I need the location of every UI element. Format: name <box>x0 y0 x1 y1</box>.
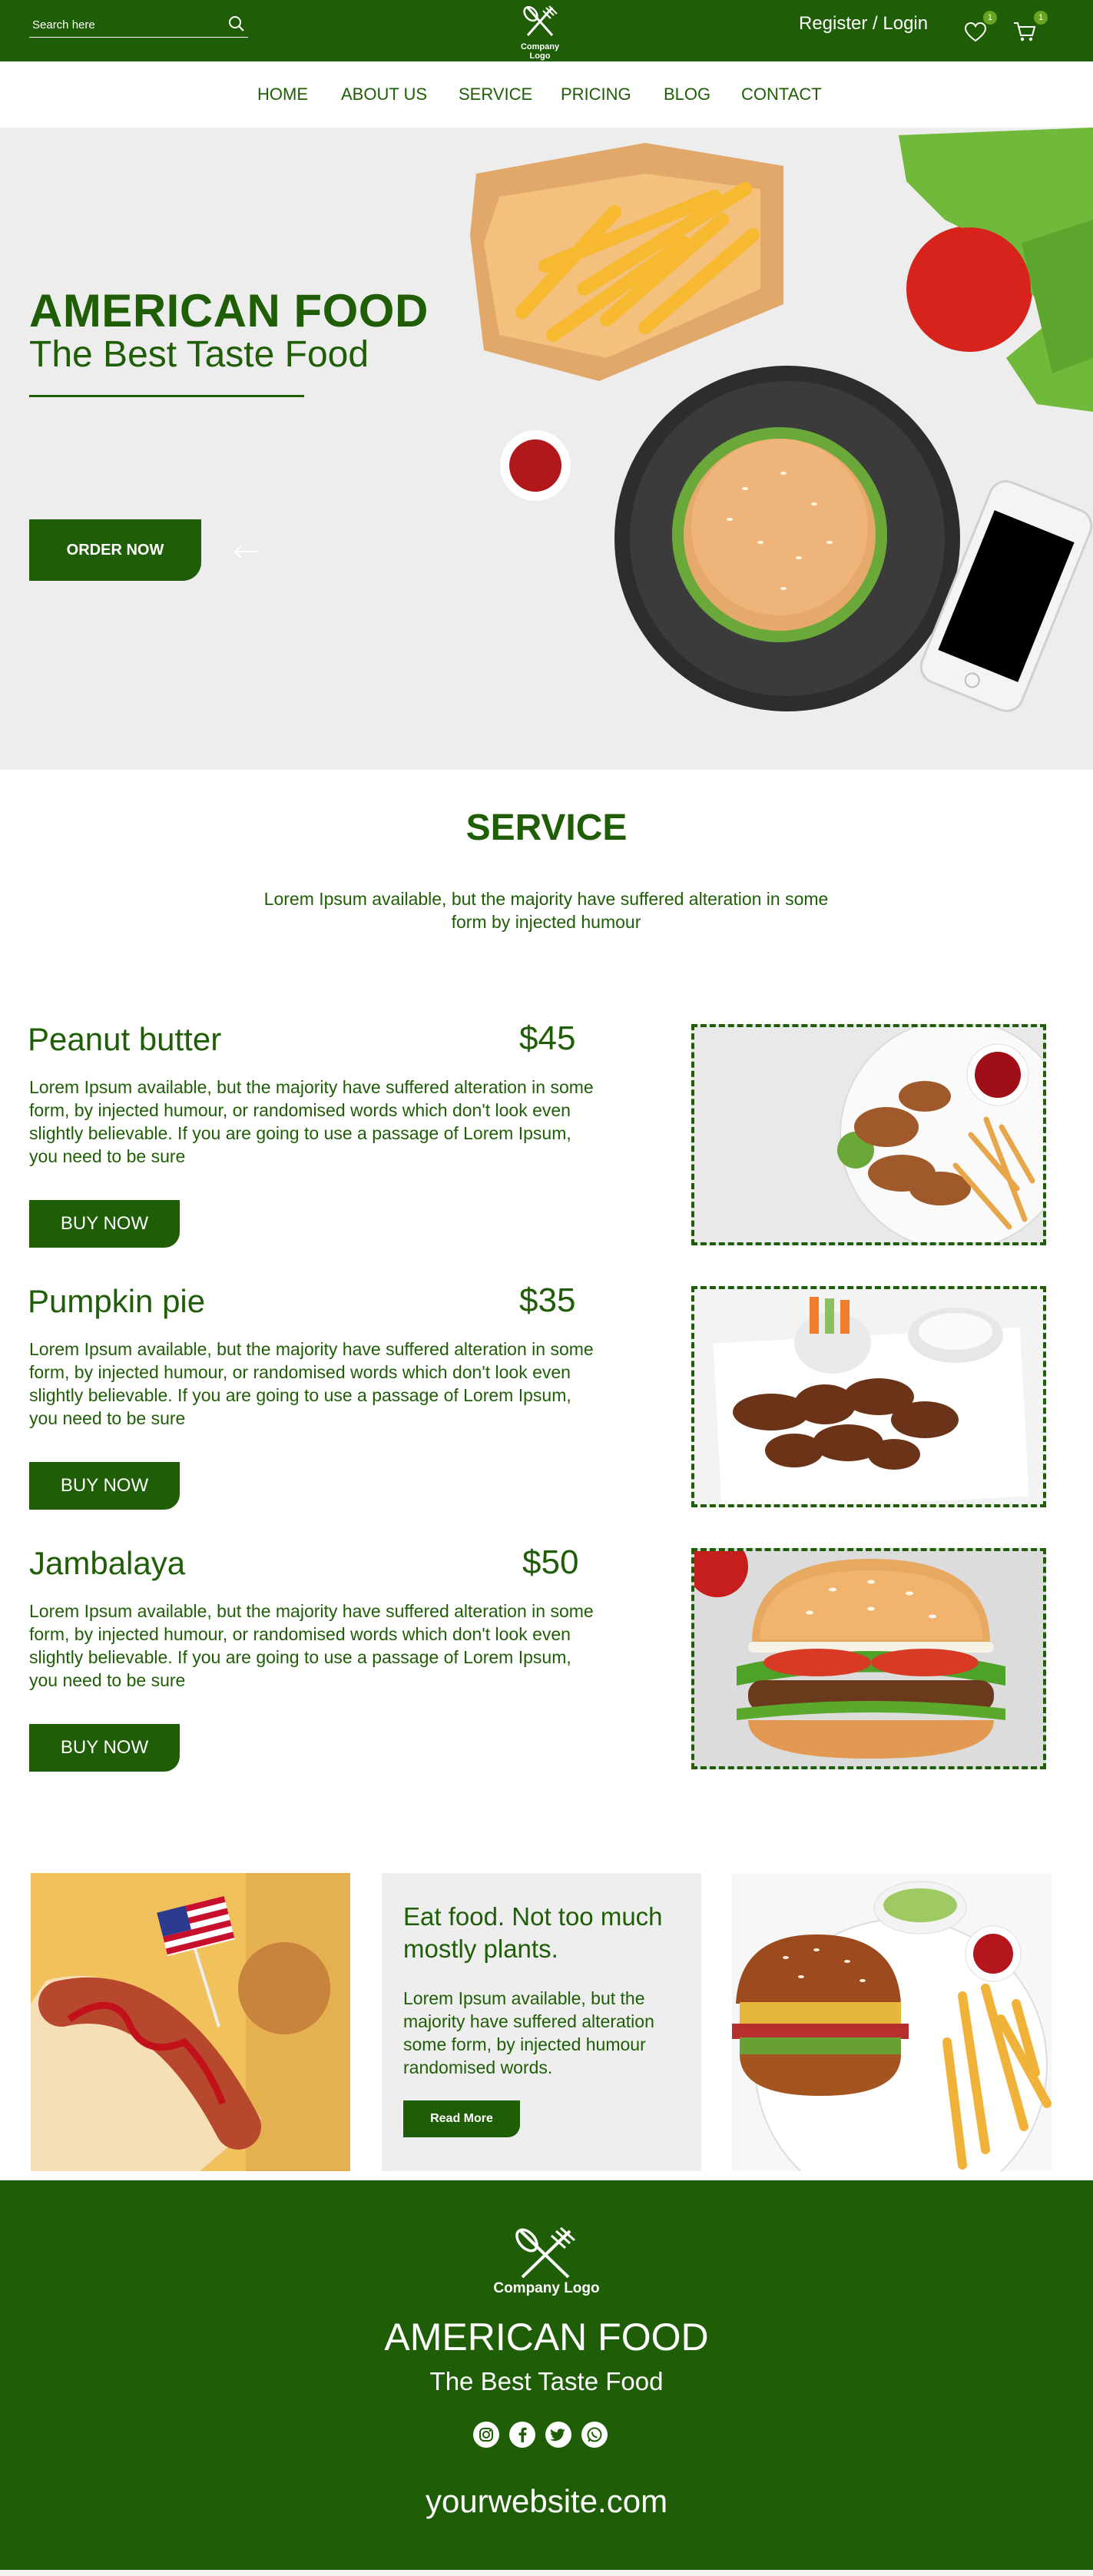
wishlist-count-badge: 1 <box>983 11 997 25</box>
logo-label: Company Logo <box>520 42 560 61</box>
hotdog-image <box>31 1873 350 2171</box>
item-name: Jambalaya <box>29 1545 186 1581</box>
company-logo[interactable]: Company Logo <box>513 5 567 61</box>
buy-now-button[interactable]: BUY NOW <box>29 1724 180 1772</box>
read-more-button[interactable]: Read More <box>403 2100 520 2137</box>
wings-image <box>691 1286 1046 1507</box>
hero-banner: AMERICAN FOOD The Best Taste Food ORDER … <box>0 128 1093 770</box>
website-link[interactable]: yourwebsite.com <box>0 2483 1093 2520</box>
nav-blog[interactable]: BLOG <box>664 85 710 104</box>
cart-count-badge: 1 <box>1034 11 1048 25</box>
nav-pricing[interactable]: PRICING <box>561 85 631 104</box>
nav-contact[interactable]: CONTACT <box>741 85 822 104</box>
nav-home[interactable]: HOME <box>257 85 308 104</box>
burger-image <box>691 1548 1046 1769</box>
twitter-icon[interactable] <box>545 2422 571 2448</box>
service-description: Lorem Ipsum available, but the majority … <box>263 889 829 932</box>
facebook-icon[interactable] <box>509 2422 535 2448</box>
buy-now-button[interactable]: BUY NOW <box>29 1462 180 1510</box>
item-price: $35 <box>519 1281 576 1319</box>
instagram-icon[interactable] <box>473 2422 499 2448</box>
burger-fries-image <box>732 1873 1052 2171</box>
promo-description: Lorem Ipsum available, but the majority … <box>403 1988 654 2077</box>
arrow-left-icon[interactable] <box>232 542 260 561</box>
bottom-strip <box>0 2570 1093 2576</box>
item-price: $45 <box>519 1019 576 1057</box>
item-description: Lorem Ipsum available, but the majority … <box>29 1601 594 1690</box>
search-input[interactable] <box>31 12 218 37</box>
main-nav: HOME ABOUT US SERVICE PRICING BLOG CONTA… <box>0 61 1093 128</box>
service-title: SERVICE <box>465 807 628 848</box>
register-login-link[interactable]: Register / Login <box>799 13 928 35</box>
heart-icon[interactable] <box>964 22 987 43</box>
order-now-button[interactable]: ORDER NOW <box>29 519 201 581</box>
hero-food-image <box>470 128 1093 712</box>
item-description: Lorem Ipsum available, but the majority … <box>29 1339 594 1428</box>
item-description: Lorem Ipsum available, but the majority … <box>29 1077 594 1166</box>
footer-logo-label: Company Logo <box>493 2280 600 2296</box>
search-box <box>29 12 248 38</box>
item-name: Pumpkin pie <box>28 1283 206 1319</box>
promo-card: Eat food. Not too much mostly plants. Lo… <box>382 1873 701 2171</box>
footer-title: AMERICAN FOOD <box>384 2316 709 2359</box>
cart-icon[interactable] <box>1012 20 1037 43</box>
fork-knife-icon <box>523 5 558 36</box>
chicken-fries-image <box>691 1024 1046 1245</box>
hero-divider <box>29 395 304 397</box>
nav-service[interactable]: SERVICE <box>459 85 532 104</box>
item-price: $50 <box>522 1543 579 1581</box>
burger-image <box>672 427 887 642</box>
fork-knife-icon <box>515 2226 575 2279</box>
search-icon[interactable] <box>227 14 247 34</box>
whatsapp-icon[interactable] <box>581 2422 608 2448</box>
footer-subtitle: The Best Taste Food <box>429 2367 664 2395</box>
top-bar: Company Logo Register / Login 1 1 <box>0 0 1093 61</box>
buy-now-button[interactable]: BUY NOW <box>29 1200 180 1248</box>
item-name: Peanut butter <box>28 1021 222 1057</box>
nav-about-us[interactable]: ABOUT US <box>341 85 427 104</box>
footer: Company Logo AMERICAN FOOD The Best Tast… <box>0 2180 1093 2570</box>
hero-title: AMERICAN FOOD <box>29 285 429 337</box>
fries-image <box>470 143 783 381</box>
promo-title: Eat food. Not too much mostly plants. <box>403 1902 663 1963</box>
hero-subtitle: The Best Taste Food <box>29 334 369 375</box>
